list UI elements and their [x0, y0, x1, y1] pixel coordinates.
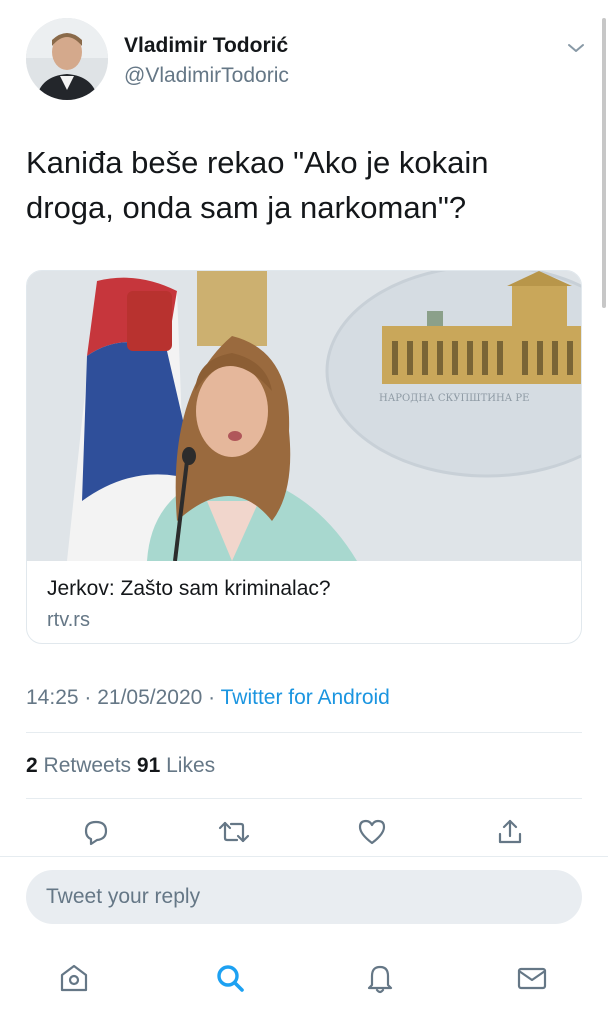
- divider: [26, 798, 582, 799]
- likes-label[interactable]: Likes: [160, 754, 215, 777]
- share-icon: [498, 819, 522, 844]
- author-handle[interactable]: @VladimirTodoric: [124, 64, 289, 88]
- timestamp: 14:25 · 21/05/2020 ·: [26, 686, 221, 709]
- tweet-stats: 2 Retweets 91 Likes: [26, 754, 215, 778]
- tab-notifications[interactable]: [358, 956, 402, 1000]
- avatar[interactable]: [26, 18, 108, 100]
- reply-icon: [84, 820, 108, 846]
- link-card[interactable]: НАРОДНА СКУПШТИНА РЕ Jerkov: Zašto sam k…: [26, 270, 582, 644]
- like-icon: [358, 819, 386, 845]
- home-icon: [60, 964, 88, 992]
- card-image: НАРОДНА СКУПШТИНА РЕ: [27, 271, 581, 562]
- search-icon: [217, 965, 244, 992]
- scrollbar[interactable]: [602, 18, 606, 308]
- author-name[interactable]: Vladimir Todorić: [124, 34, 288, 58]
- messages-icon: [517, 967, 547, 990]
- card-title[interactable]: Jerkov: Zašto sam kriminalac?: [47, 577, 331, 601]
- reply-placeholder: Tweet your reply: [46, 885, 201, 908]
- notifications-icon: [367, 965, 393, 994]
- retweets-count[interactable]: 2: [26, 754, 38, 777]
- divider: [0, 856, 608, 857]
- tweet-header: Vladimir Todorić @VladimirTodoric: [26, 18, 586, 104]
- reply-button[interactable]: [76, 812, 116, 852]
- tweet-text: Kaniđa beše rekao "Ako je kokain droga, …: [26, 145, 489, 225]
- like-button[interactable]: [352, 812, 392, 852]
- chevron-down-icon[interactable]: [566, 40, 586, 56]
- avatar-image: [26, 18, 108, 100]
- tab-home[interactable]: [52, 956, 96, 1000]
- reply-input[interactable]: Tweet your reply: [26, 870, 582, 924]
- tab-search[interactable]: [208, 956, 252, 1000]
- retweet-button[interactable]: [214, 812, 254, 852]
- tweet-meta: 14:25 · 21/05/2020 · Twitter for Android: [26, 686, 390, 710]
- tweet-actions: [26, 812, 582, 856]
- retweet-icon: [218, 821, 250, 843]
- card-domain: rtv.rs: [47, 609, 90, 631]
- source-link[interactable]: Twitter for Android: [221, 686, 390, 709]
- divider: [26, 732, 582, 733]
- tab-messages[interactable]: [510, 956, 554, 1000]
- retweets-label[interactable]: Retweets: [38, 754, 137, 777]
- share-button[interactable]: [490, 812, 530, 852]
- likes-count[interactable]: 91: [137, 754, 160, 777]
- bottom-tab-bar: [0, 940, 608, 1024]
- card-image-caption: НАРОДНА СКУПШТИНА РЕ: [379, 393, 529, 404]
